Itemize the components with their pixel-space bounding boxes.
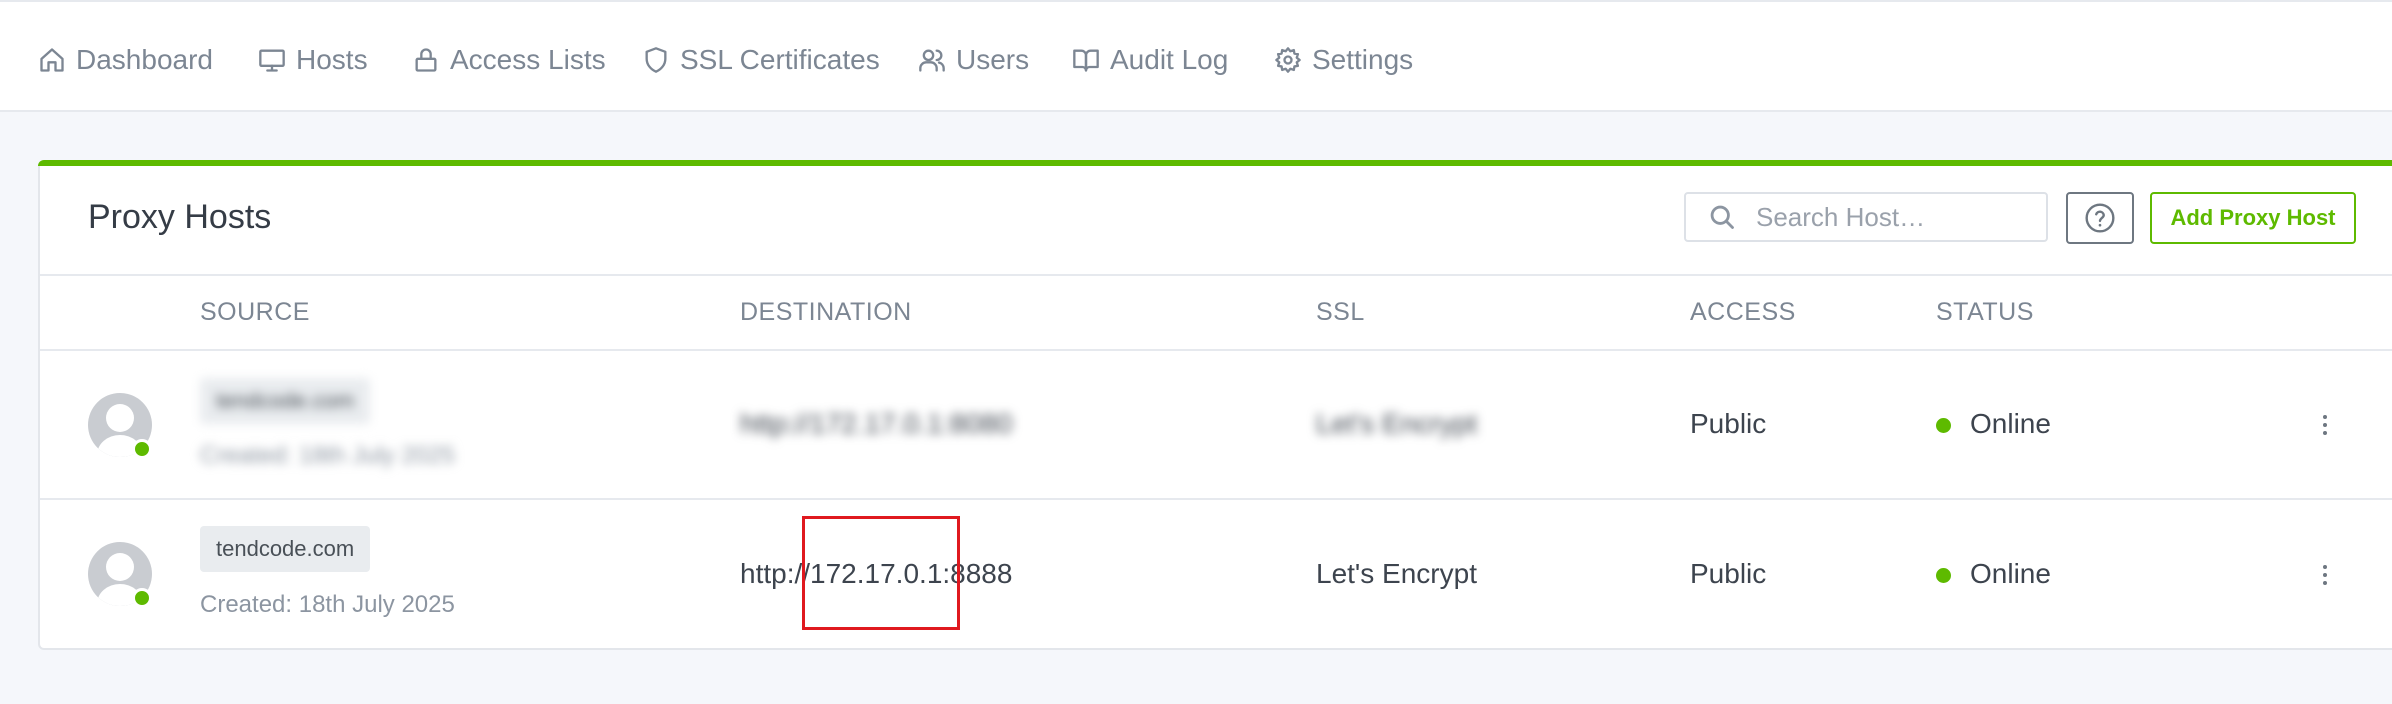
ssl-cell: Let's Encrypt [1316,408,1477,439]
card-accent-bar [38,160,2392,166]
kebab-icon [2323,565,2327,569]
ssl-cell: Let's Encrypt [1316,558,1477,589]
column-header-ssl[interactable]: SSL [1316,298,1365,327]
column-header-status[interactable]: STATUS [1936,298,2034,327]
nav-item-label: Settings [1312,44,1414,75]
status-text: Online [1970,408,2051,439]
online-indicator [132,588,152,608]
created-date: Created: 18th July 2025 [200,442,455,469]
online-indicator [132,439,152,459]
table-divider [40,498,2392,500]
nav-item-settings[interactable]: Settings [1274,40,1413,80]
nav-item-access-lists[interactable]: Access Lists [412,40,606,80]
nav-item-label: Users [956,44,1030,75]
search-icon [1710,205,1734,229]
lock-icon [415,48,437,72]
status-dot [1936,418,1951,433]
nav-item-ssl-certificates[interactable]: SSL Certificates [642,40,880,80]
created-date: Created: 18th July 2025 [200,591,455,618]
source-domain-tag[interactable]: tendcode.com [200,378,371,424]
gear-icon [1275,47,1301,73]
nav-item-audit-log[interactable]: Audit Log [1072,40,1228,80]
table-divider [40,349,2392,351]
help-button[interactable] [2066,192,2134,244]
access-cell: Public [1690,408,1767,439]
monitor-icon [259,49,285,72]
highlight-annotation-box [802,516,960,630]
row-menu-button[interactable] [2310,405,2340,445]
top-navigation: Dashboard Hosts Access Lists SSL Certifi… [0,0,2392,112]
nav-item-hosts[interactable]: Hosts [258,40,368,80]
source-domain-tag[interactable]: tendcode.com [200,526,371,572]
search-box[interactable] [1684,192,2056,242]
add-proxy-host-button[interactable]: Add Proxy Host [2150,192,2356,244]
shield-icon [645,47,667,73]
column-header-source[interactable]: SOURCE [200,298,310,327]
column-header-destination[interactable]: DESTINATION [740,298,912,327]
nav-item-label: Audit Log [1110,44,1229,75]
nav-item-dashboard[interactable]: Dashboard [38,40,213,80]
destination-cell: http://172.17.0.1:8080 [740,408,1013,439]
nav-item-label: Dashboard [76,44,213,75]
status-text: Online [1970,558,2051,589]
nav-item-users[interactable]: Users [918,40,1029,80]
column-header-access[interactable]: ACCESS [1690,298,1796,327]
users-icon [919,49,945,72]
access-cell: Public [1690,558,1767,589]
nav-item-label: SSL Certificates [680,44,880,75]
help-circle-icon [2085,203,2115,233]
nav-item-label: Hosts [296,44,368,75]
row-menu-button[interactable] [2310,555,2340,595]
status-dot [1936,568,1951,583]
nav-item-label: Access Lists [450,44,606,75]
kebab-icon [2323,415,2327,419]
book-open-icon [1073,49,1099,72]
table-divider [40,274,2392,276]
home-icon [40,48,64,72]
search-input[interactable] [1756,201,2056,233]
card-title: Proxy Hosts [88,198,272,236]
